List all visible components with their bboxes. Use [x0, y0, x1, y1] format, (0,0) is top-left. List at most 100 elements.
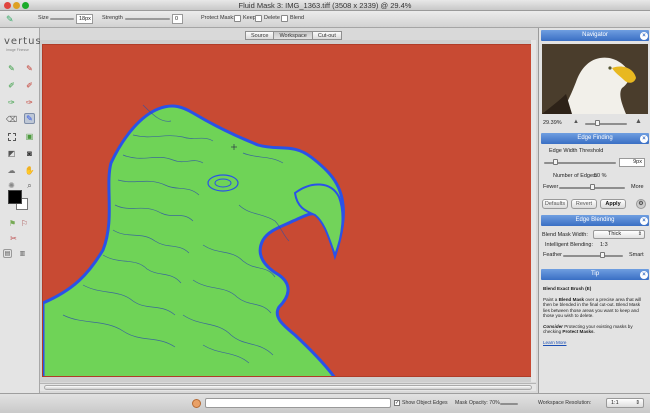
patch-icon[interactable]: ▣ [24, 131, 35, 142]
swap-colors-icon[interactable]: ⚐ [19, 218, 30, 229]
canvas-vertical-scrollbar[interactable] [531, 40, 536, 382]
right-panels: Navigator × 29.39% ▲ ▲ Edge Finding × Ed… [538, 28, 650, 400]
number-of-edges-value: 50 % [594, 173, 607, 179]
number-of-edges-knob[interactable] [590, 184, 595, 190]
edge-threshold-label: Edge Width Threshold [549, 148, 604, 154]
blending-slider-knob[interactable] [600, 252, 605, 258]
green-fill-icon[interactable]: ✑ [6, 97, 17, 108]
title-bar: Fluid Mask 3: IMG_1363.tiff (3508 x 2339… [0, 0, 650, 11]
strength-field[interactable]: 0 [172, 14, 183, 24]
edge-threshold-field[interactable]: 9px [619, 158, 645, 167]
workspace-resolution-select[interactable]: 1:1 ⇕ [606, 398, 644, 408]
edge-blending-header[interactable]: Edge Blending × [541, 215, 649, 226]
zoom-slider[interactable] [585, 123, 627, 125]
eagle-mask-image [43, 104, 345, 376]
tip-close-icon[interactable]: × [640, 270, 648, 279]
edge-threshold-knob[interactable] [553, 159, 558, 165]
blending-slider[interactable] [563, 255, 623, 257]
red-brush-icon[interactable]: ✎ [24, 63, 35, 74]
tip-title: Tip [590, 271, 600, 277]
red-brush-alt-icon[interactable]: ✐ [24, 80, 35, 91]
intelligent-blending-label: Intelligent Blending: [545, 242, 594, 248]
tip-heading: Blend Exact Brush (E) [543, 286, 592, 291]
select-arrows-icon: ⇕ [637, 231, 642, 237]
blend-brush-icon[interactable]: ✎ [24, 113, 35, 124]
show-object-edges-checkbox[interactable]: ✓ [394, 400, 400, 406]
eagle-thumbnail-image [542, 44, 648, 114]
show-object-edges-label: Show Object Edges [402, 400, 448, 406]
zoom-out-icon[interactable]: ▲ [573, 119, 579, 125]
camera-icon[interactable]: ◙ [24, 148, 35, 159]
feather-label: Feather [543, 252, 562, 258]
select-arrows-icon: ⇕ [635, 400, 640, 406]
zoom-in-icon[interactable]: ▲ [635, 118, 642, 125]
edge-finding-title: Edge Finding [577, 135, 613, 141]
foreground-color-swatch[interactable] [8, 190, 22, 204]
size-slider[interactable] [50, 18, 74, 20]
tip-p2-c: Protect Masks [562, 329, 594, 335]
navigator-thumbnail[interactable] [542, 44, 648, 114]
edge-finding-header[interactable]: Edge Finding × [541, 133, 649, 144]
intelligent-blending-value: 1:3 [600, 242, 608, 248]
tip-p1-a: Paint a [543, 296, 559, 302]
tip-p1-b: Blend Mask [558, 296, 585, 302]
split-view-icon[interactable]: ▥ [18, 249, 27, 258]
progress-bar [205, 398, 391, 408]
tip-header[interactable]: Tip × [541, 269, 649, 280]
window-title: Fluid Mask 3: IMG_1363.tiff (3508 x 2339… [238, 1, 412, 10]
red-fill-icon[interactable]: ✑ [24, 97, 35, 108]
patch-colors-icon[interactable]: ⚑ [7, 218, 18, 229]
keep-label: Keep [243, 15, 256, 21]
toolbox: vertus Image Finesse ✎ ✎ ✐ ✐ ✑ ✑ ⌫ ✎ ▣ ◩… [0, 28, 42, 400]
tip-content: Blend Exact Brush (E) Paint a Blend Mask… [543, 286, 647, 345]
stop-icon[interactable] [192, 399, 201, 408]
navigator-title: Navigator [582, 32, 608, 38]
workspace-canvas[interactable] [42, 44, 533, 377]
blend-checkbox[interactable] [281, 15, 288, 22]
canvas-horizontal-scrollbar[interactable] [40, 383, 536, 391]
delete-label: Delete [264, 15, 280, 21]
edge-blending-close-icon[interactable]: × [640, 216, 648, 225]
number-of-edges-label: Number of Edges: [553, 173, 598, 179]
navigator-zoom-value: 29.39% [543, 120, 562, 126]
protect-mask-label: Protect Mask: [201, 15, 235, 21]
learn-more-link[interactable]: Learn More [543, 340, 567, 345]
local-cutout-icon[interactable]: ◩ [6, 148, 17, 159]
settings-gear-icon[interactable]: ⚙ [636, 199, 646, 209]
revert-button[interactable]: Revert [571, 199, 597, 209]
apply-button[interactable]: Apply [600, 199, 626, 209]
view-mode-icon[interactable]: ▤ [3, 249, 12, 258]
strength-slider[interactable] [125, 18, 170, 20]
tip-p2-d: . [593, 329, 595, 335]
size-field[interactable]: 18px [76, 14, 93, 24]
tab-cutout[interactable]: Cut-out [311, 31, 342, 40]
delete-checkbox[interactable] [255, 15, 262, 22]
navigator-header[interactable]: Navigator × [541, 30, 649, 41]
navigator-close-icon[interactable]: × [640, 31, 648, 40]
mask-opacity-slider[interactable] [500, 403, 518, 405]
size-label: Size [38, 15, 49, 21]
more-label: More [631, 184, 644, 190]
eagle-beak-mask [293, 183, 344, 258]
green-brush-alt-icon[interactable]: ✐ [6, 80, 17, 91]
blend-mask-width-select[interactable]: Thick ⇕ [593, 230, 645, 239]
scroll-thumb[interactable] [44, 385, 532, 390]
keep-checkbox[interactable] [234, 15, 241, 22]
tab-workspace[interactable]: Workspace [273, 31, 313, 40]
eyedropper-icon[interactable]: ✂ [8, 233, 19, 244]
fewer-label: Fewer [543, 184, 559, 190]
vertus-logo: vertus [4, 36, 42, 47]
zoom-icon[interactable]: ⌕ [24, 180, 35, 191]
zoom-slider-knob[interactable] [595, 120, 600, 126]
eraser-icon[interactable]: ⌫ [6, 114, 17, 125]
hand-icon[interactable]: ✋ [24, 165, 35, 176]
strength-label: Strength [102, 15, 123, 21]
brush-tool-icon: ✎ [6, 14, 14, 24]
defaults-button[interactable]: Defaults [542, 199, 568, 209]
smudge-icon[interactable]: ☁ [6, 165, 17, 176]
tab-source[interactable]: Source [245, 31, 275, 40]
edge-finding-close-icon[interactable]: × [640, 134, 648, 143]
workspace-resolution-label: Workspace Resolution: [538, 400, 592, 406]
selection-icon[interactable] [6, 131, 17, 142]
green-brush-icon[interactable]: ✎ [6, 63, 17, 74]
